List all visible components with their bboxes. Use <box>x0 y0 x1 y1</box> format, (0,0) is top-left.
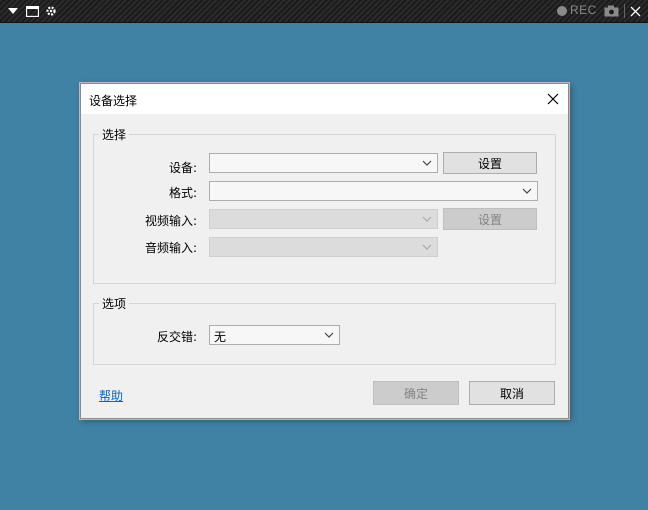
window-icon[interactable] <box>25 0 39 22</box>
chevron-down-icon <box>522 188 532 194</box>
cancel-button[interactable]: 取消 <box>469 381 555 405</box>
recorder-toolbar: REC <box>0 0 648 23</box>
device-label: 设备: <box>168 161 197 175</box>
dialog-titlebar: 设备选择 <box>81 84 568 114</box>
chevron-down-icon <box>422 160 432 166</box>
audio-input-select[interactable] <box>209 237 438 257</box>
deinterlace-label: 反交错: <box>156 330 197 344</box>
chevron-down-icon <box>422 216 432 222</box>
audio-input-label: 音频输入: <box>144 241 197 255</box>
video-input-select[interactable] <box>209 209 438 229</box>
selection-group-title: 选择 <box>99 126 130 143</box>
deinterlace-select[interactable]: 无 <box>209 325 340 345</box>
options-group-title: 选项 <box>99 295 130 312</box>
dialog-close-button[interactable] <box>542 88 564 110</box>
chevron-down-icon <box>422 244 432 250</box>
deinterlace-value: 无 <box>214 330 227 344</box>
camera-icon[interactable] <box>603 0 619 22</box>
chevron-down-icon <box>324 332 334 338</box>
format-select[interactable] <box>209 181 538 201</box>
ok-button[interactable]: 确定 <box>373 381 459 405</box>
format-label: 格式: <box>168 186 197 200</box>
close-icon[interactable] <box>628 0 642 22</box>
close-icon <box>547 93 559 105</box>
dialog-title: 设备选择 <box>89 94 138 108</box>
help-link[interactable]: 帮助 <box>99 387 123 404</box>
toolbar-separator <box>624 4 625 18</box>
video-settings-button[interactable]: 设置 <box>443 208 537 230</box>
device-select-dialog: 设备选择 选择 设备: 设置 格式: 视频输入: 设置 音频输入: 选项 反交错… <box>80 83 569 419</box>
device-select[interactable] <box>209 153 438 173</box>
video-input-label: 视频输入: <box>144 214 197 228</box>
record-indicator-icon[interactable] <box>557 6 567 16</box>
menu-dropdown-icon[interactable] <box>6 0 20 22</box>
device-settings-button[interactable]: 设置 <box>443 152 537 174</box>
record-label[interactable]: REC <box>570 3 597 17</box>
settings-icon[interactable] <box>44 0 58 22</box>
